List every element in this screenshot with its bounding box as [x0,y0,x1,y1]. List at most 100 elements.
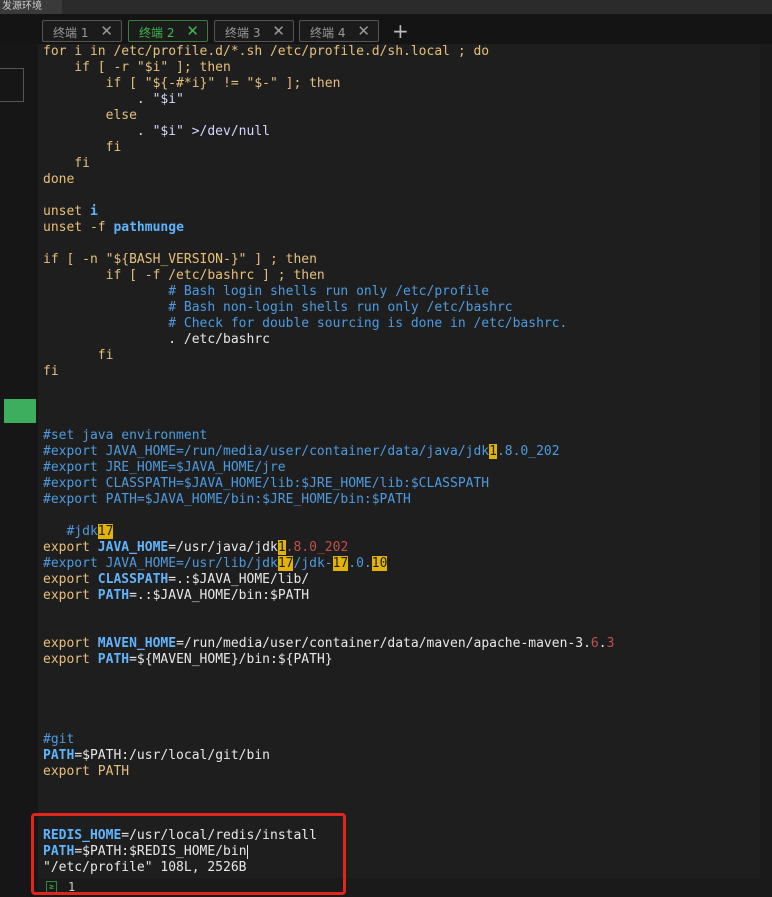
tab-terminal-3[interactable]: 终端 3 ✕ [214,20,294,42]
code-token: =.:$JAVA_HOME/bin:$PATH [129,588,310,603]
code-token: # Check for double sourcing is done in /… [43,316,568,331]
code-token: 17 [97,524,114,539]
code-line: if [ -n "${BASH_VERSION-}" ] ; then [43,252,317,268]
code-token: fi [43,364,59,379]
code-token: 3 [606,636,615,651]
close-icon[interactable]: ✕ [357,22,370,40]
code-line: export PATH=.:$JAVA_HOME/bin:$PATH [43,588,309,604]
code-line: fi [43,140,122,156]
active-indicator [4,399,36,423]
code-line: else [43,108,137,124]
highlight-annotation-box [31,813,346,895]
code-token: if [ "${-#*i}" != "$-" ]; then [43,76,341,91]
code-token: else [43,108,137,123]
tab-terminal-2[interactable]: 终端 2 ✕ [128,20,208,42]
code-line: # Check for double sourcing is done in /… [43,316,567,332]
code-line: . "$i" >/dev/null [43,124,270,140]
code-token: #export JRE_HOME=$JAVA_HOME/jre [43,460,286,475]
code-line: #export PATH=$JAVA_HOME/bin:$JRE_HOME/bi… [43,492,411,508]
terminal-tab-bar: 终端 1 ✕ 终端 2 ✕ 终端 3 ✕ 终端 4 ✕ + [0,14,772,44]
code-token: PATH [43,748,75,763]
tab-label: 终端 4 [310,26,346,40]
code-token: 1 [277,540,286,555]
code-line: export JAVA_HOME=/usr/java/jdk1.8.0_202 [43,540,348,556]
code-line: #jdk17 [43,524,114,540]
code-line: export MAVEN_HOME=/run/media/user/contai… [43,636,614,652]
code-line: export PATH [43,764,129,780]
code-line: for i in /etc/profile.d/*.sh /etc/profil… [43,44,489,60]
code-line: done [43,172,74,188]
code-token: . /etc/bashrc [43,332,270,347]
code-token: #export PATH=$JAVA_HOME/bin:$JRE_HOME/bi… [43,492,411,507]
code-line: # Bash login shells run only /etc/profil… [43,284,489,300]
sidebar-panel-toggle[interactable] [0,68,24,102]
code-token: 17 [332,556,349,571]
code-token: JAVA_HOME [97,540,169,555]
code-token: done [43,172,75,187]
code-token: for i in /etc/profile.d/*.sh /etc/profil… [43,44,490,59]
code-token: fi [43,348,114,363]
code-token: pathmunge [113,220,184,235]
code-token: i [89,204,98,219]
code-token: 6 [590,636,599,651]
code-token: . "$i" [43,92,184,107]
new-tab-button[interactable]: + [392,19,409,43]
code-token: if [ -n "${BASH_VERSION-}" ] ; then [43,252,317,267]
code-token: export [43,652,98,667]
code-token: . "$i" >/dev/null [43,124,270,139]
code-token: # Bash non-login shells run only /etc/ba… [43,300,513,315]
code-token: .8.0_202 [285,540,349,555]
code-token: export [43,540,98,555]
code-token: #export CLASSPATH=$JAVA_HOME/lib:$JRE_HO… [43,476,490,491]
code-token: /jdk- [293,556,333,571]
code-line: if [ -r "$i" ]; then [43,60,231,76]
code-token: unset [43,204,90,219]
code-line: . /etc/bashrc [43,332,270,348]
code-token: if [ -r "$i" ]; then [43,60,231,75]
close-icon[interactable]: ✕ [186,22,199,40]
code-line: #export JRE_HOME=$JAVA_HOME/jre [43,460,286,476]
code-line: if [ "${-#*i}" != "$-" ]; then [43,76,341,92]
code-line: fi [43,364,59,380]
tab-terminal-4[interactable]: 终端 4 ✕ [299,20,379,42]
code-token: if [ -f /etc/bashrc ] ; then [43,268,325,283]
code-token: export [43,588,98,603]
code-token: PATH [97,588,130,603]
code-token: 1 [489,444,497,459]
code-token: #git [43,732,75,747]
code-line: #export JAVA_HOME=/usr/lib/jdk17/jdk-17.… [43,556,388,572]
close-icon[interactable]: ✕ [100,22,113,40]
code-token: fi [43,140,122,155]
left-sidebar [0,44,38,897]
scrollbar[interactable] [760,44,772,897]
code-line: PATH=$PATH:/usr/local/git/bin [43,748,270,764]
code-line: fi [43,156,90,172]
code-token: . [598,636,607,651]
code-token: =$PATH:/usr/local/git/bin [74,748,270,763]
code-line: fi [43,348,114,364]
code-token: PATH [97,652,130,667]
code-token: export [43,636,98,651]
code-line: # Bash non-login shells run only /etc/ba… [43,300,513,316]
code-token: MAVEN_HOME [97,636,177,651]
code-token: export [43,572,98,587]
code-token: =/run/media/user/container/data/maven/ap… [176,636,591,651]
close-icon[interactable]: ✕ [272,22,285,40]
code-token: export PATH [43,764,130,779]
app-title: 发源环境 [0,0,62,14]
code-token: #export JAVA_HOME=/usr/lib/jdk [43,556,278,571]
code-token: =${MAVEN_HOME}/bin:${PATH} [129,652,333,667]
code-line: unset -f pathmunge [43,220,184,236]
tab-label: 终端 2 [139,26,175,40]
vim-editor[interactable]: for i in /etc/profile.d/*.sh /etc/profil… [38,44,760,897]
code-line: export PATH=${MAVEN_HOME}/bin:${PATH} [43,652,333,668]
tab-label: 终端 1 [53,26,89,40]
code-line: #set java environment [43,428,207,444]
tab-terminal-1[interactable]: 终端 1 ✕ [42,20,122,42]
code-line: if [ -f /etc/bashrc ] ; then [43,268,325,284]
code-token: # Bash login shells run only /etc/profil… [43,284,490,299]
code-token: #jdk [43,524,98,539]
code-token: 10 [371,556,388,571]
code-token: .0. [348,556,372,571]
code-line: #git [43,732,74,748]
